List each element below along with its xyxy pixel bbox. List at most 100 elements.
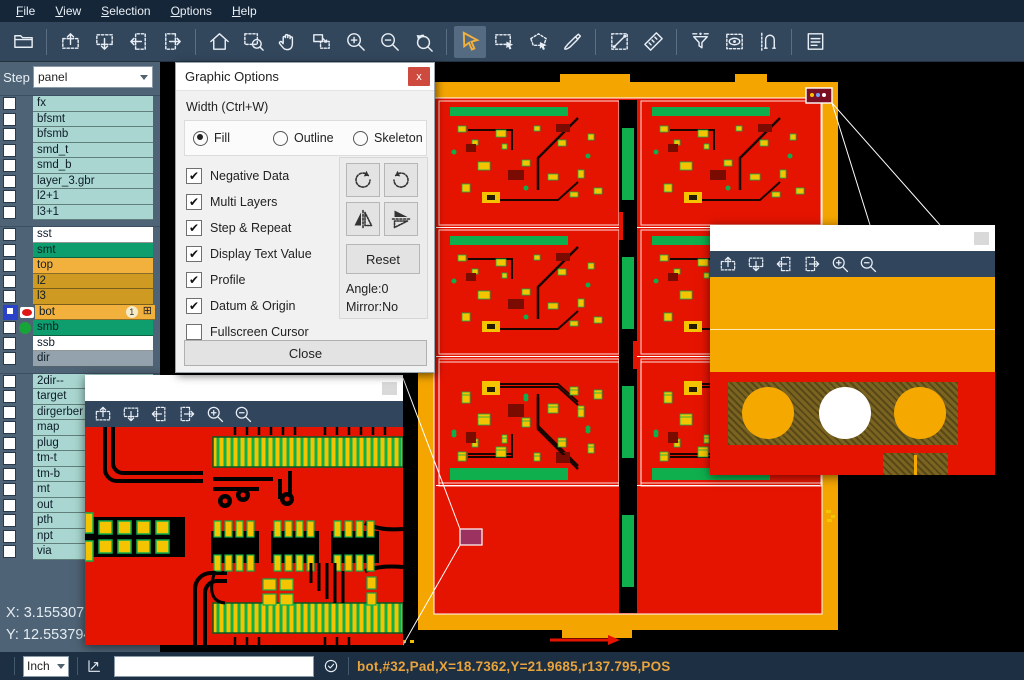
layer-name[interactable]: sst [33,227,153,243]
layer-row-smb[interactable]: smb [0,320,160,336]
window-button[interactable] [382,382,397,395]
board-right-button[interactable] [174,402,200,426]
layer-checkbox[interactable] [3,352,16,365]
rotate-cw-button[interactable] [346,163,380,197]
board-down-button[interactable] [118,402,144,426]
radio-button[interactable] [273,131,288,146]
layer-name[interactable]: fx [33,96,153,112]
layer-name[interactable]: l2+1 [33,189,153,205]
filter-button[interactable] [684,26,716,58]
radio-outline[interactable]: Outline [273,131,345,146]
checkbox[interactable] [186,324,202,340]
select-poly-button[interactable] [522,26,554,58]
reset-button[interactable]: Reset [346,244,420,274]
menu-view[interactable]: View [45,2,91,20]
zoom-previous-button[interactable] [407,26,439,58]
layer-checkbox[interactable] [3,406,16,419]
layer-checkbox[interactable] [3,159,16,172]
layer-row-bot[interactable]: bot1⊞ [0,305,160,321]
layer-checkbox[interactable] [3,421,16,434]
layer-row-sst[interactable]: sst [0,227,160,243]
measure-diagonal-button[interactable] [603,26,635,58]
layer-checkbox[interactable] [3,244,16,257]
step-select[interactable]: panel [33,66,153,88]
magnifier2-view[interactable] [710,277,995,475]
home-button[interactable] [203,26,235,58]
layer-name[interactable]: top [33,258,153,274]
zoom-in-button[interactable] [339,26,371,58]
layer-checkbox[interactable] [3,305,18,320]
layer-name[interactable]: smt [33,243,153,259]
layer-checkbox[interactable] [3,259,16,272]
flip-h-button[interactable] [346,202,380,236]
dialog-close-button[interactable]: x [408,67,430,86]
checkbox[interactable]: ✔ [186,246,202,262]
zoom-out-button[interactable] [230,402,256,426]
layer-checkbox[interactable] [3,483,16,496]
layer-row-ssb[interactable]: ssb [0,336,160,352]
layer-checkbox[interactable] [3,128,16,141]
doc-list-button[interactable] [799,26,831,58]
layer-row-smt[interactable]: smt [0,243,160,259]
board-right-button[interactable] [799,252,825,276]
command-input[interactable] [114,656,314,677]
layer-name[interactable]: ssb [33,336,153,352]
layer-name[interactable]: layer_3.gbr [33,174,153,190]
board-up-button[interactable] [54,26,86,58]
radio-button[interactable] [353,131,368,146]
layer-row-l3[interactable]: l3 [0,289,160,305]
layer-name[interactable]: l3+1 [33,205,153,221]
board-down-button[interactable] [88,26,120,58]
layer-name[interactable]: bfsmb [33,127,153,143]
zoom-out-button[interactable] [373,26,405,58]
option-profile[interactable]: ✔Profile [186,267,312,293]
layer-row-l2[interactable]: l2 [0,274,160,290]
layer-row-bfsmb[interactable]: bfsmb [0,127,160,143]
magnifier-window-2[interactable] [710,225,995,475]
layer-checkbox[interactable] [3,321,16,334]
layer-checkbox[interactable] [3,375,16,388]
menu-selection[interactable]: Selection [91,2,160,20]
magnifier1-title-bar[interactable] [85,375,403,401]
layer-row-dir[interactable]: dir [0,351,160,367]
layer-name[interactable]: l3 [33,289,153,305]
layer-row-smd_b[interactable]: smd_b [0,158,160,174]
layer-name[interactable]: smb [33,320,153,336]
magnifier2-title-bar[interactable] [710,225,995,251]
layer-name[interactable]: bot1⊞ [35,305,155,321]
magnifier1-view[interactable] [85,427,403,645]
brush-clean-button[interactable] [556,26,588,58]
rotate-ccw-button[interactable] [384,163,418,197]
board-up-button[interactable] [715,252,741,276]
zoom-area-button[interactable] [237,26,269,58]
checkbox[interactable]: ✔ [186,272,202,288]
ruler-button[interactable] [637,26,669,58]
swap-view-button[interactable] [305,26,337,58]
layer-name[interactable]: l2 [33,274,153,290]
option-display-text-value[interactable]: ✔Display Text Value [186,241,312,267]
layer-row-bfsmt[interactable]: bfsmt [0,112,160,128]
layer-checkbox[interactable] [3,113,16,126]
layer-row-l3+1[interactable]: l3+1 [0,205,160,221]
checkbox[interactable]: ✔ [186,194,202,210]
layer-name[interactable]: bfsmt [33,112,153,128]
radio-skeleton[interactable]: Skeleton [353,131,425,146]
layer-eye-button[interactable] [718,26,750,58]
dialog-title-bar[interactable]: Graphic Options x [176,63,434,91]
close-button[interactable]: Close [184,340,427,366]
zoom-in-button[interactable] [827,252,853,276]
zoom-in-button[interactable] [202,402,228,426]
layer-checkbox[interactable] [3,190,16,203]
layer-checkbox[interactable] [3,175,16,188]
folder-open-button[interactable] [7,26,39,58]
magnifier-window-1[interactable] [85,375,403,645]
layer-row-layer_3.gbr[interactable]: layer_3.gbr [0,174,160,190]
menu-options[interactable]: Options [161,2,222,20]
checkbox[interactable]: ✔ [186,220,202,236]
flip-v-button[interactable] [384,202,418,236]
board-left-button[interactable] [771,252,797,276]
window-button[interactable] [974,232,989,245]
snap-magnet-button[interactable] [752,26,784,58]
zoom-out-button[interactable] [855,252,881,276]
layer-row-smd_t[interactable]: smd_t [0,143,160,159]
